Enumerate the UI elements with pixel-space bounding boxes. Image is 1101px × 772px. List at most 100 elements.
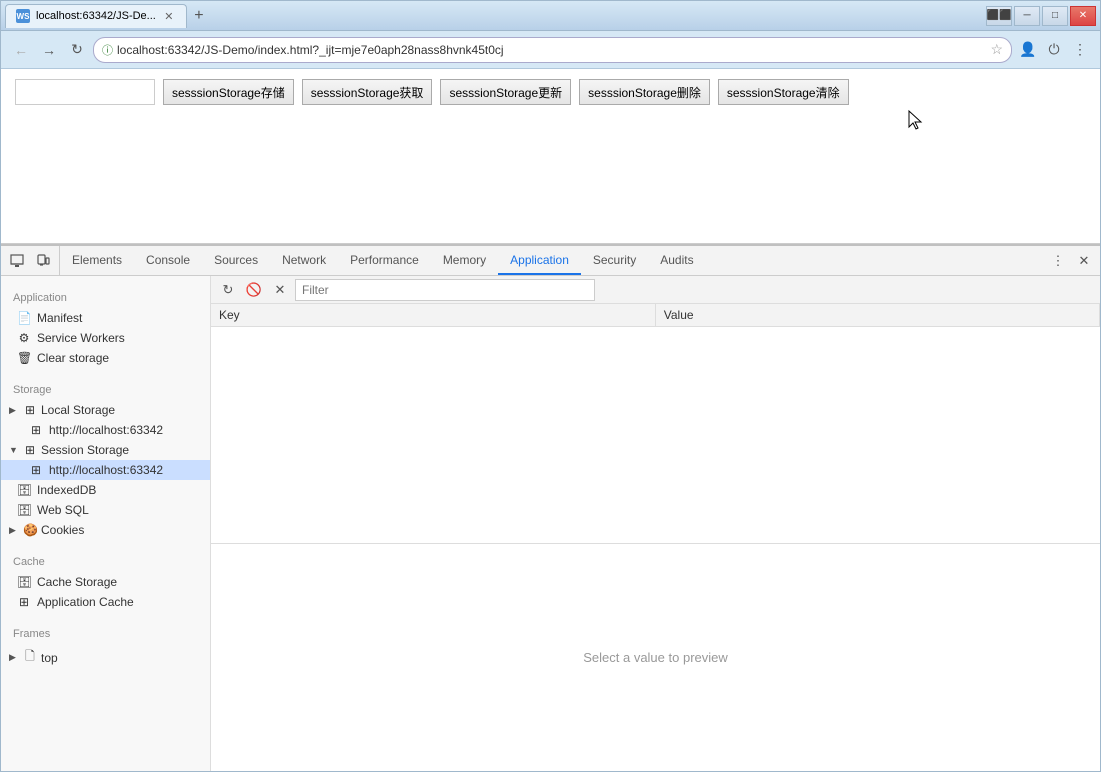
window-maximize-button[interactable]: □ xyxy=(1042,6,1068,26)
storage-value-input[interactable] xyxy=(15,79,155,105)
cookies-label: Cookies xyxy=(41,523,84,537)
devtools-toolbar: Elements Console Sources Network Perform… xyxy=(1,246,1100,276)
tab-console[interactable]: Console xyxy=(134,246,202,275)
address-bar: ← → ↻ ⓘ ☆ 👤 ⏻ ⋮ xyxy=(1,31,1100,69)
tab-close-button[interactable]: ✕ xyxy=(162,9,176,23)
sidebar-local-storage-header[interactable]: ▶ ⊞ Local Storage xyxy=(1,400,210,420)
session-storage-update-button[interactable]: sesssionStorage更新 xyxy=(440,79,571,105)
local-storage-icon: ⊞ xyxy=(23,403,37,417)
storage-table: Key Value xyxy=(211,304,1100,327)
devtools-tabs: Elements Console Sources Network Perform… xyxy=(60,246,1042,275)
sidebar-group-local-storage: ▶ ⊞ Local Storage ⊞ http://localhost:633… xyxy=(1,400,210,440)
storage-delete-button[interactable]: ✕ xyxy=(269,279,291,301)
tab-favicon: WS xyxy=(16,9,30,23)
sidebar-item-cache-storage[interactable]: 🗄 Cache Storage xyxy=(1,572,210,592)
devtools-inspect-button[interactable] xyxy=(5,249,29,273)
sidebar-item-application-cache[interactable]: ⊞ Application Cache xyxy=(1,592,210,612)
url-bar[interactable]: ⓘ ☆ xyxy=(93,37,1012,63)
bookmark-icon[interactable]: ☆ xyxy=(990,41,1003,58)
sidebar-group-cookies: ▶ 🍪 Cookies xyxy=(1,520,210,540)
window-restore-button[interactable]: ⬛⬛ xyxy=(986,6,1012,26)
power-icon-button[interactable]: ⏻ xyxy=(1042,38,1066,62)
storage-preview-pane: Select a value to preview xyxy=(211,544,1100,771)
tab-performance[interactable]: Performance xyxy=(338,246,431,275)
frames-top-label: top xyxy=(41,651,58,665)
storage-refresh-button[interactable]: ↻ xyxy=(217,279,239,301)
cache-storage-icon: 🗄 xyxy=(17,575,31,589)
devtools-right-icons: ⋮ ✕ xyxy=(1042,246,1100,275)
tab-security[interactable]: Security xyxy=(581,246,648,275)
sidebar-frames-header[interactable]: ▶ 🗋 top xyxy=(1,644,210,671)
devtools-device-button[interactable] xyxy=(31,249,55,273)
tab-memory[interactable]: Memory xyxy=(431,246,498,275)
sidebar-section-cache: Cache xyxy=(1,548,210,572)
window-minimize-button[interactable]: ─ xyxy=(1014,6,1040,26)
cookies-arrow: ▶ xyxy=(9,525,19,536)
local-storage-origin-icon: ⊞ xyxy=(29,423,43,437)
sidebar-item-local-storage-origin[interactable]: ⊞ http://localhost:63342 xyxy=(1,420,210,440)
sidebar-section-frames: Frames xyxy=(1,620,210,644)
cache-storage-label: Cache Storage xyxy=(37,575,117,589)
frames-icon: 🗋 xyxy=(23,647,37,668)
storage-filter-input[interactable] xyxy=(295,279,595,301)
tab-application[interactable]: Application xyxy=(498,246,581,275)
devtools-panel: Elements Console Sources Network Perform… xyxy=(1,244,1100,771)
devtools-more-button[interactable]: ⋮ xyxy=(1046,249,1070,273)
sidebar-group-frames: ▶ 🗋 top xyxy=(1,644,210,671)
tab-sources[interactable]: Sources xyxy=(202,246,270,275)
title-bar: WS localhost:63342/JS-De... ✕ + ⬛⬛ ─ □ ✕ xyxy=(1,1,1100,31)
refresh-button[interactable]: ↻ xyxy=(65,38,89,62)
session-storage-arrow: ▼ xyxy=(9,445,19,455)
user-icon-button[interactable]: 👤 xyxy=(1016,38,1040,62)
sidebar-item-manifest[interactable]: 📄 Manifest xyxy=(1,308,210,328)
devtools-sidebar: Application 📄 Manifest ⚙ Service Workers… xyxy=(1,276,211,771)
window-controls: ⬛⬛ ─ □ ✕ xyxy=(986,6,1096,26)
sidebar-section-application: Application xyxy=(1,284,210,308)
sidebar-item-web-sql[interactable]: 🗄 Web SQL xyxy=(1,500,210,520)
forward-button[interactable]: → xyxy=(37,38,61,62)
sidebar-item-session-storage-origin[interactable]: ⊞ http://localhost:63342 xyxy=(1,460,210,480)
session-storage-save-button[interactable]: sesssionStorage存储 xyxy=(163,79,294,105)
window-close-button[interactable]: ✕ xyxy=(1070,6,1096,26)
tab-network[interactable]: Network xyxy=(270,246,338,275)
local-storage-arrow: ▶ xyxy=(9,405,19,416)
tab-audits[interactable]: Audits xyxy=(648,246,705,275)
session-storage-get-button[interactable]: sesssionStorage获取 xyxy=(302,79,433,105)
manifest-label: Manifest xyxy=(37,311,82,325)
browser-window: WS localhost:63342/JS-De... ✕ + ⬛⬛ ─ □ ✕… xyxy=(0,0,1101,772)
tab-title: localhost:63342/JS-De... xyxy=(36,10,156,22)
devtools-close-button[interactable]: ✕ xyxy=(1072,249,1096,273)
sidebar-item-service-workers[interactable]: ⚙ Service Workers xyxy=(1,328,210,348)
local-storage-origin-label: http://localhost:63342 xyxy=(49,423,163,437)
manifest-icon: 📄 xyxy=(17,311,31,325)
cookies-icon: 🍪 xyxy=(23,523,37,537)
new-tab-button[interactable]: + xyxy=(187,4,211,28)
devtools-left-icons xyxy=(1,246,60,275)
sidebar-cookies-header[interactable]: ▶ 🍪 Cookies xyxy=(1,520,210,540)
back-button[interactable]: ← xyxy=(9,38,33,62)
url-input[interactable] xyxy=(117,43,982,57)
web-sql-label: Web SQL xyxy=(37,503,89,517)
storage-clear-button[interactable]: 🚫 xyxy=(243,279,265,301)
clear-storage-label: Clear storage xyxy=(37,351,109,365)
storage-toolbar: ↻ 🚫 ✕ xyxy=(211,276,1100,304)
sidebar-item-clear-storage[interactable]: 🗑 Clear storage xyxy=(1,348,210,368)
sidebar-item-indexeddb[interactable]: 🗄 IndexedDB xyxy=(1,480,210,500)
menu-icon-button[interactable]: ⋮ xyxy=(1068,38,1092,62)
tab-elements[interactable]: Elements xyxy=(60,246,134,275)
table-header-value: Value xyxy=(655,304,1099,327)
address-bar-right-buttons: 👤 ⏻ ⋮ xyxy=(1016,38,1092,62)
sidebar-session-storage-header[interactable]: ▼ ⊞ Session Storage xyxy=(1,440,210,460)
session-storage-delete-button[interactable]: sesssionStorage删除 xyxy=(579,79,710,105)
cursor-indicator xyxy=(907,109,927,133)
service-workers-icon: ⚙ xyxy=(17,331,31,345)
table-header-key: Key xyxy=(211,304,655,327)
indexeddb-icon: 🗄 xyxy=(17,483,31,497)
storage-table-container: Key Value xyxy=(211,304,1100,544)
storage-preview-text: Select a value to preview xyxy=(583,650,728,665)
secure-icon: ⓘ xyxy=(102,42,113,58)
browser-tab[interactable]: WS localhost:63342/JS-De... ✕ xyxy=(5,4,187,28)
session-storage-clear-button[interactable]: sesssionStorage清除 xyxy=(718,79,849,105)
local-storage-label: Local Storage xyxy=(41,403,115,417)
storage-table-area: Key Value Select a value to preview xyxy=(211,304,1100,771)
